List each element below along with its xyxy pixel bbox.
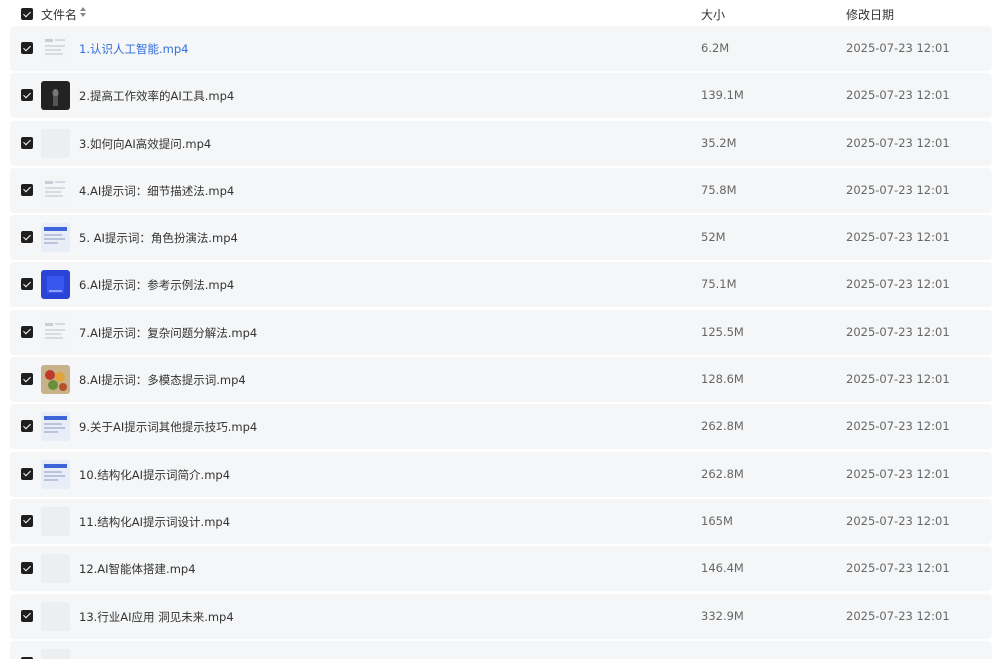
row-checkbox[interactable] <box>21 136 33 149</box>
file-thumbnail[interactable] <box>41 223 70 253</box>
file-modified-date: 2025-07-23 12:01 <box>846 419 950 434</box>
file-size: 52M <box>701 230 726 245</box>
file-modified-date: 2025-07-23 12:01 <box>846 277 950 292</box>
file-modified-date: 2025-07-23 12:01 <box>846 41 950 55</box>
file-thumbnail[interactable] <box>41 506 70 536</box>
file-thumbnail[interactable] <box>41 554 70 584</box>
column-header-size[interactable]: 大小 <box>701 6 725 23</box>
file-thumbnail[interactable] <box>41 459 70 489</box>
file-modified-date: 2025-07-23 12:01 <box>846 372 950 387</box>
file-list-header: 文件名 大小 修改日期 <box>0 0 1000 28</box>
row-checkbox[interactable] <box>21 562 33 575</box>
select-all-checkbox[interactable] <box>21 8 33 20</box>
row-checkbox[interactable] <box>21 231 33 244</box>
row-checkbox[interactable] <box>21 373 33 386</box>
file-row[interactable]: 2.提高工作效率的AI工具.mp4 139.1M 2025-07-23 12:01 <box>10 73 992 119</box>
row-checkbox[interactable] <box>21 467 33 480</box>
file-row[interactable]: 1.认识人工智能.mp4 6.2M 2025-07-23 12:01 <box>10 26 992 71</box>
file-row[interactable]: 10.结构化AI提示词简介.mp4 262.8M 2025-07-23 12:01 <box>10 451 992 497</box>
file-thumbnail[interactable] <box>41 601 70 631</box>
file-thumbnail[interactable] <box>41 365 70 395</box>
column-header-name[interactable]: 文件名 <box>41 6 77 23</box>
file-row[interactable]: 8.AI提示词：多模态提示词.mp4 128.6M 2025-07-23 12:01 <box>10 357 992 403</box>
file-size: 139.1M <box>701 88 744 103</box>
file-size: 262.8M <box>701 466 744 481</box>
file-name[interactable]: 6.AI提示词：参考示例法.mp4 <box>79 277 234 293</box>
row-checkbox[interactable] <box>21 278 33 291</box>
file-row[interactable]: 12.AI智能体搭建.mp4 146.4M 2025-07-23 12:01 <box>10 546 992 592</box>
file-name[interactable]: 12.AI智能体搭建.mp4 <box>79 561 196 577</box>
file-row[interactable]: 11.结构化AI提示词设计.mp4 165M 2025-07-23 12:01 <box>10 498 992 544</box>
row-checkbox[interactable] <box>21 42 33 54</box>
column-header-date[interactable]: 修改日期 <box>846 6 894 23</box>
file-thumbnail[interactable] <box>41 175 70 205</box>
file-name[interactable]: 13.行业AI应用 洞见未来.mp4 <box>79 609 234 625</box>
file-row[interactable]: 13.行业AI应用 洞见未来.mp4 332.9M 2025-07-23 12:01 <box>10 593 992 639</box>
row-checkbox[interactable] <box>21 325 33 338</box>
file-size: 75.8M <box>701 182 737 197</box>
file-size: 125.5M <box>701 324 744 339</box>
row-checkbox[interactable] <box>21 420 33 433</box>
file-row[interactable]: 4.AI提示词：细节描述法.mp4 75.8M 2025-07-23 12:01 <box>10 167 992 213</box>
file-thumbnail[interactable] <box>41 128 70 158</box>
row-checkbox[interactable] <box>21 89 33 102</box>
file-modified-date: 2025-07-23 12:01 <box>846 466 950 481</box>
file-thumbnail[interactable] <box>41 34 70 63</box>
file-modified-date: 2025-07-23 12:01 <box>846 608 950 623</box>
file-size: 35.2M <box>701 135 737 150</box>
file-name[interactable]: 4.AI提示词：细节描述法.mp4 <box>79 183 234 199</box>
file-modified-date: 2025-07-23 12:01 <box>846 230 950 245</box>
file-row[interactable]: 6.AI提示词：参考示例法.mp4 75.1M 2025-07-23 12:01 <box>10 262 992 308</box>
file-name[interactable]: 5. AI提示词：角色扮演法.mp4 <box>79 230 238 246</box>
file-size: 75.1M <box>701 277 737 292</box>
file-size: 128.6M <box>701 372 744 387</box>
row-checkbox[interactable] <box>21 514 33 527</box>
file-modified-date: 2025-07-23 12:01 <box>846 513 950 528</box>
file-name[interactable]: 3.如何向AI高效提问.mp4 <box>79 136 211 152</box>
file-modified-date: 2025-07-23 12:01 <box>846 135 950 150</box>
file-thumbnail[interactable] <box>41 81 70 111</box>
file-rows: 1.认识人工智能.mp4 6.2M 2025-07-23 12:01 2.提高工作效率… <box>0 26 1000 659</box>
file-name[interactable]: 9.关于AI提示词其他提示技巧.mp4 <box>79 419 257 435</box>
file-row[interactable]: 3.如何向AI高效提问.mp4 35.2M 2025-07-23 12:01 <box>10 120 992 166</box>
file-row-partial[interactable] <box>10 640 992 659</box>
file-size: 146.4M <box>701 561 744 576</box>
file-size: 332.9M <box>701 608 744 623</box>
file-row[interactable]: 9.关于AI提示词其他提示技巧.mp4 262.8M 2025-07-23 12:0… <box>10 404 992 450</box>
file-name[interactable]: 8.AI提示词：多模态提示词.mp4 <box>79 372 246 388</box>
file-size: 165M <box>701 513 733 528</box>
file-name[interactable]: 1.认识人工智能.mp4 <box>79 41 188 57</box>
file-row[interactable]: 5. AI提示词：角色扮演法.mp4 52M 2025-07-23 12:01 <box>10 215 992 261</box>
file-modified-date: 2025-07-23 12:01 <box>846 324 950 339</box>
file-size: 6.2M <box>701 41 730 55</box>
sort-icon[interactable] <box>80 7 86 17</box>
file-modified-date: 2025-07-23 12:01 <box>846 88 950 103</box>
file-row[interactable]: 7.AI提示词：复杂问题分解法.mp4 125.5M 2025-07-23 12:0… <box>10 309 992 355</box>
file-name[interactable]: 7.AI提示词：复杂问题分解法.mp4 <box>79 325 257 341</box>
row-checkbox[interactable] <box>21 609 33 622</box>
file-thumbnail[interactable] <box>41 270 70 300</box>
file-size: 262.8M <box>701 419 744 434</box>
file-thumbnail[interactable] <box>41 317 70 347</box>
file-thumbnail[interactable] <box>41 412 70 442</box>
row-checkbox[interactable] <box>21 183 33 196</box>
file-name[interactable]: 10.结构化AI提示词简介.mp4 <box>79 467 230 483</box>
file-name[interactable]: 11.结构化AI提示词设计.mp4 <box>79 514 230 530</box>
file-list-page: 文件名 大小 修改日期 1.认识人工智能.mp4 6.2M 2025-07-23 1… <box>0 0 1000 659</box>
file-thumbnail[interactable] <box>41 648 70 659</box>
file-modified-date: 2025-07-23 12:01 <box>846 561 950 576</box>
file-modified-date: 2025-07-23 12:01 <box>846 182 950 197</box>
file-name[interactable]: 2.提高工作效率的AI工具.mp4 <box>79 88 234 104</box>
